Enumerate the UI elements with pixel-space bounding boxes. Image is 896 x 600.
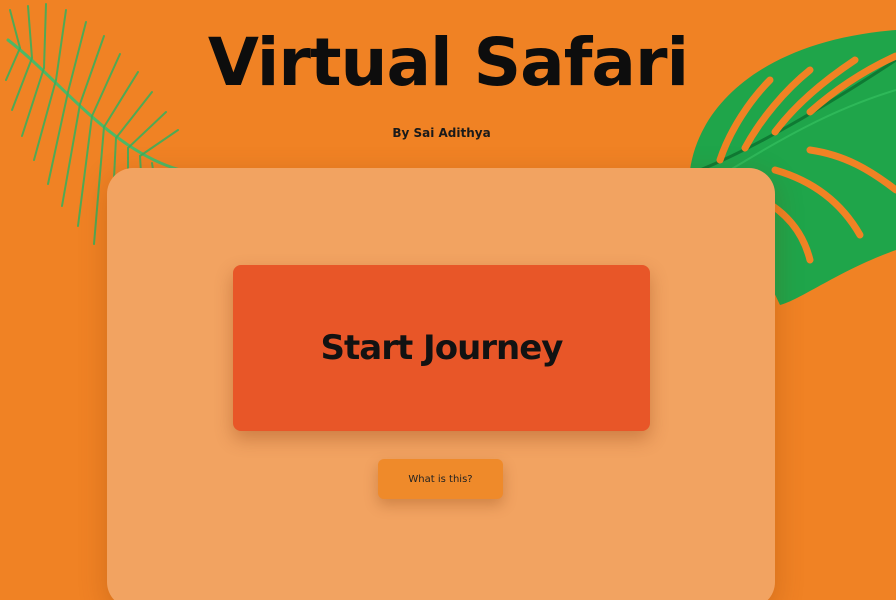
what-is-this-button[interactable]: What is this? [378, 459, 503, 499]
start-journey-button[interactable]: Start Journey [233, 265, 650, 431]
author-byline: By Sai Adithya [392, 126, 491, 140]
page-title: Virtual Safari [207, 24, 689, 101]
main-card: Start Journey What is this? [107, 168, 775, 600]
